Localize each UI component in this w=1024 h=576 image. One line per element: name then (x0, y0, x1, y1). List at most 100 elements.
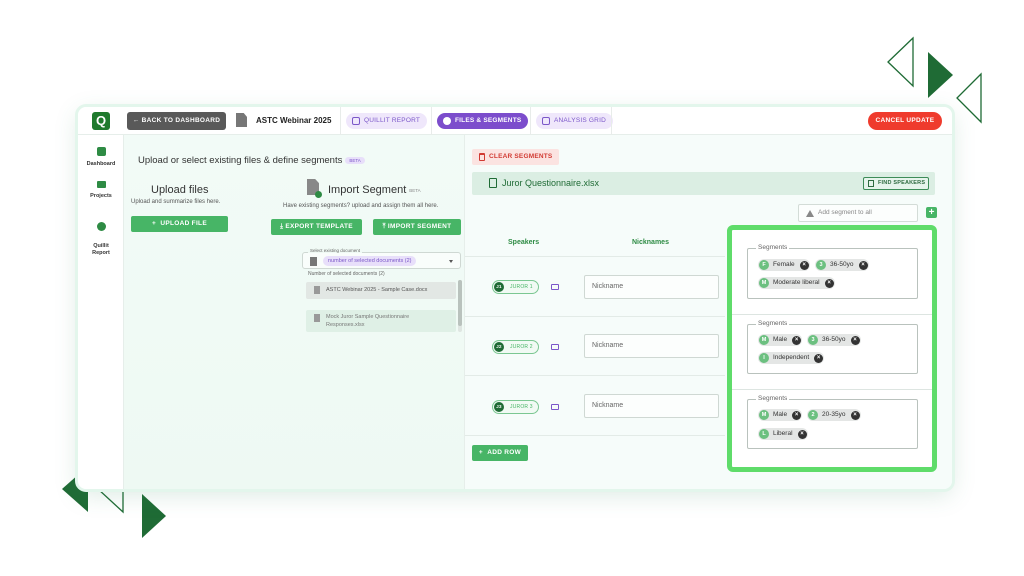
segment-letter: M (759, 410, 769, 420)
speaker-chip-juror-1[interactable]: J1 JUROR 1 (492, 280, 539, 294)
remove-segment-icon[interactable]: × (850, 410, 860, 420)
chat-icon[interactable] (551, 284, 559, 290)
juror-id: J2 (494, 342, 504, 352)
column-header-nicknames: Nicknames (632, 239, 669, 246)
segment-text: Female (773, 261, 795, 268)
import-segment-label: IMPORT SEGMENT (387, 223, 452, 230)
document-list-item[interactable]: Mock Juror Sample Questionnaire Response… (306, 310, 456, 332)
segment-letter: L (759, 429, 769, 439)
clear-segments-button[interactable]: CLEAR SEGMENTS (472, 149, 559, 165)
remove-segment-icon[interactable]: × (797, 429, 807, 439)
segment-text: 20-35yo (822, 411, 846, 418)
segment-text: 36-50yo (830, 261, 854, 268)
document-icon (236, 113, 247, 127)
segment-letter: M (759, 335, 769, 345)
juror-label: JUROR 3 (510, 404, 533, 410)
sidebar-item-label: Dashboard (86, 161, 116, 167)
speaker-chip-juror-3[interactable]: J3 JUROR 3 (492, 400, 539, 414)
clear-segments-label: CLEAR SEGMENTS (489, 153, 553, 160)
segment-text: Independent (773, 354, 810, 361)
tab-label: FILES & SEGMENTS (455, 117, 522, 124)
segment-text: Liberal (773, 430, 793, 437)
top-bar: Q ← BACK TO DASHBOARD ASTC Webinar 2025 … (78, 107, 952, 135)
report-icon (352, 117, 360, 125)
files-icon (443, 117, 451, 125)
trash-icon (479, 153, 485, 161)
tab-analysis-grid[interactable]: ANALYSIS GRID (536, 113, 613, 129)
selected-count-label: Number of selected documents (2) (308, 271, 385, 277)
segments-field-juror-2[interactable]: Segments (747, 320, 918, 374)
chat-icon[interactable] (551, 404, 559, 410)
scrollbar-thumb[interactable] (458, 280, 462, 326)
page-title-text: Upload or select existing files & define… (138, 155, 343, 166)
juror-label: JUROR 2 (510, 344, 533, 350)
file-header: Juror Questionnaire.xlsx FIND SPEAKERS (472, 172, 935, 195)
speaker-chip-juror-2[interactable]: J2 JUROR 2 (492, 340, 539, 354)
divider (340, 107, 341, 135)
beta-badge: BETA (409, 187, 421, 193)
plus-icon: + (478, 449, 488, 456)
row-divider (465, 256, 725, 257)
back-to-dashboard-button[interactable]: ← BACK TO DASHBOARD (127, 112, 226, 130)
select-existing-document[interactable]: number of selected documents (2) (302, 252, 461, 269)
segments-field-juror-1[interactable]: Segments (747, 244, 918, 299)
project-title: ASTC Webinar 2025 (256, 116, 332, 125)
export-template-button[interactable]: ⤓ EXPORT TEMPLATE (271, 219, 362, 235)
juror-label: JUROR 1 (510, 284, 533, 290)
file-icon (489, 178, 497, 188)
import-badge-icon (315, 191, 322, 198)
sidebar-item-projects[interactable]: Projects (78, 181, 124, 199)
divider (611, 107, 612, 135)
segment-chip: 3 36-50yo × (807, 334, 861, 346)
juror-id: J3 (494, 402, 504, 412)
row-divider (465, 375, 725, 376)
add-row-button[interactable]: + ADD ROW (472, 445, 528, 461)
tab-files-and-segments[interactable]: FILES & SEGMENTS (437, 113, 529, 129)
divider (530, 107, 531, 135)
remove-segment-icon[interactable]: × (799, 260, 809, 270)
chat-icon[interactable] (551, 344, 559, 350)
file-name: Juror Questionnaire.xlsx (502, 178, 600, 188)
find-speakers-button[interactable]: FIND SPEAKERS (863, 177, 929, 190)
segment-chip: F Female × (758, 259, 810, 271)
segment-chip: 2 20-35yo × (807, 409, 861, 421)
tab-quillit-report[interactable]: QUILLIT REPORT (346, 113, 428, 129)
import-segment-subtitle: Have existing segments? upload and assig… (283, 203, 439, 209)
select-label: Select existing document (308, 248, 363, 253)
divider (431, 107, 432, 135)
remove-segment-icon[interactable]: × (792, 410, 802, 420)
beta-badge: BETA (345, 156, 365, 164)
sidebar-item-dashboard[interactable]: Dashboard (78, 147, 124, 167)
add-segment-to-all-input[interactable]: Add segment to all (798, 204, 918, 222)
add-segment-button[interactable]: + (926, 207, 937, 218)
row-divider (465, 435, 725, 436)
remove-segment-icon[interactable]: × (824, 278, 834, 288)
nickname-field[interactable]: Nickname (584, 394, 719, 418)
find-icon (868, 180, 874, 187)
import-segment-button[interactable]: ⤒ IMPORT SEGMENT (373, 219, 461, 235)
segment-letter: M (759, 278, 769, 288)
document-name-cont: Responses.xlsx (326, 322, 365, 328)
remove-segment-icon[interactable]: × (814, 353, 824, 363)
sidebar-item-quillit-report[interactable]: Quillit Report (78, 215, 124, 257)
document-list-scrollbar[interactable] (458, 280, 462, 332)
document-list-item[interactable]: ASTC Webinar 2025 - Sample Case.docx (306, 282, 456, 299)
remove-segment-icon[interactable]: × (858, 260, 868, 270)
import-segment-heading: Import Segment BETA (328, 184, 421, 196)
tab-label: ANALYSIS GRID (554, 117, 606, 124)
sidebar-item-label: Quillit Report (92, 243, 110, 256)
upload-file-button[interactable]: + UPLOAD FILE (131, 216, 228, 232)
segment-letter: I (759, 353, 769, 363)
upload-file-label: UPLOAD FILE (160, 220, 207, 227)
remove-segment-icon[interactable]: × (850, 335, 860, 345)
row-divider (732, 314, 932, 315)
segments-field-juror-3[interactable]: Segments (747, 395, 918, 449)
nickname-field[interactable]: Nickname (584, 334, 719, 358)
row-divider (732, 389, 932, 390)
segment-letter: 3 (816, 260, 826, 270)
document-icon (310, 257, 317, 266)
nickname-field[interactable]: Nickname (584, 275, 719, 299)
cancel-update-button[interactable]: CANCEL UPDATE (868, 112, 942, 130)
quillit-logo[interactable]: Q (92, 112, 110, 130)
remove-segment-icon[interactable]: × (792, 335, 802, 345)
